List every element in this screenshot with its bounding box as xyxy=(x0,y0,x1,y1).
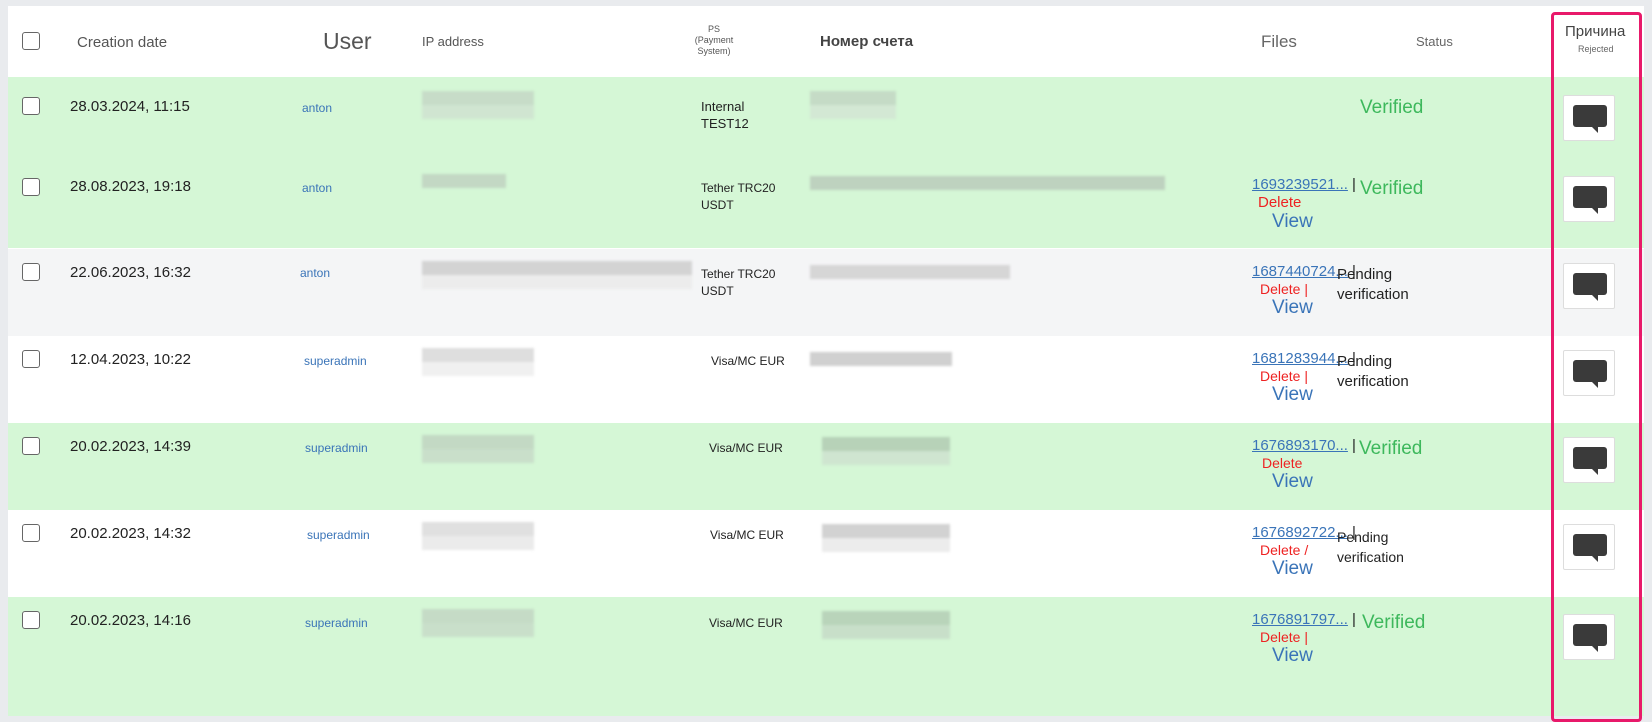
table-row: 20.02.2023, 14:16 superadmin Visa/MC EUR… xyxy=(8,597,1644,716)
user-link[interactable]: anton xyxy=(302,101,332,115)
header-creation-date[interactable]: Creation date xyxy=(77,34,167,51)
creation-date: 20.02.2023, 14:16 xyxy=(70,612,191,629)
ps-line1: Tether TRC20 xyxy=(701,181,776,195)
row-checkbox[interactable] xyxy=(22,437,40,455)
ip-address-redacted xyxy=(422,348,534,376)
header-files[interactable]: Files xyxy=(1261,32,1297,52)
header-account-number[interactable]: Номер счета xyxy=(820,33,913,50)
header-ps-line1: PS xyxy=(707,24,720,34)
account-number-redacted xyxy=(822,611,950,639)
ps-line2: TEST12 xyxy=(701,116,749,131)
file-link[interactable]: 1676892722... xyxy=(1252,524,1348,541)
creation-date: 20.02.2023, 14:39 xyxy=(70,438,191,455)
creation-date: 22.06.2023, 16:32 xyxy=(70,264,191,281)
payment-system: Internal TEST12 xyxy=(701,98,749,132)
status-line2: verification xyxy=(1337,286,1409,303)
user-link[interactable]: superadmin xyxy=(305,616,368,630)
ps-line1: Visa/MC EUR xyxy=(710,528,784,542)
ip-address-redacted xyxy=(422,174,506,188)
table-row: 20.02.2023, 14:39 superadmin Visa/MC EUR… xyxy=(8,423,1644,510)
table-row: 22.06.2023, 16:32 anton Tether TRC20 USDT… xyxy=(8,249,1644,336)
ps-line1: Tether TRC20 xyxy=(701,267,776,281)
header-ps-line3: System) xyxy=(697,46,731,56)
payment-system: Visa/MC EUR xyxy=(709,615,783,632)
row-checkbox[interactable] xyxy=(22,178,40,196)
account-number-redacted xyxy=(822,524,950,552)
creation-date: 28.03.2024, 11:15 xyxy=(70,98,190,115)
separator: | xyxy=(1351,437,1356,454)
ps-line1: Visa/MC EUR xyxy=(709,616,783,630)
ip-address-redacted xyxy=(422,261,692,289)
row-checkbox[interactable] xyxy=(22,611,40,629)
status-verified: Verified xyxy=(1359,438,1423,459)
account-number-redacted xyxy=(810,176,1165,190)
header-ip-address[interactable]: IP address xyxy=(422,34,484,49)
ip-address-redacted xyxy=(422,522,534,550)
status-pending: Pending verification xyxy=(1337,527,1404,567)
table-row: 12.04.2023, 10:22 superadmin Visa/MC EUR… xyxy=(8,336,1644,423)
creation-date: 12.04.2023, 10:22 xyxy=(70,351,191,368)
row-checkbox[interactable] xyxy=(22,350,40,368)
ps-line2: USDT xyxy=(701,284,734,298)
ps-line1: Visa/MC EUR xyxy=(709,441,783,455)
account-number-redacted xyxy=(810,265,1010,279)
ps-line1: Internal xyxy=(701,99,745,114)
header-status[interactable]: Status xyxy=(1416,34,1453,49)
file-link[interactable]: 1676891797... xyxy=(1252,611,1348,628)
user-link[interactable]: anton xyxy=(300,266,330,280)
status-line1: Pending xyxy=(1337,353,1393,370)
separator: | xyxy=(1351,611,1356,628)
row-checkbox[interactable] xyxy=(22,524,40,542)
status-verified: Verified xyxy=(1360,97,1424,118)
header-user[interactable]: User xyxy=(323,28,372,55)
reason-column-highlight xyxy=(1551,12,1642,722)
row-checkbox[interactable] xyxy=(22,263,40,281)
account-number-redacted xyxy=(810,352,952,366)
view-link[interactable]: View xyxy=(1272,211,1392,233)
payment-system: Visa/MC EUR xyxy=(710,527,784,544)
file-link[interactable]: 1681283944... xyxy=(1252,350,1348,367)
payment-system: Visa/MC EUR xyxy=(709,440,783,457)
verification-table: Creation date User IP address PS (Paymen… xyxy=(8,6,1644,716)
file-link[interactable]: 1693239521... xyxy=(1252,176,1348,193)
file-link[interactable]: 1687440724... xyxy=(1252,263,1348,280)
table-row: 28.08.2023, 19:18 anton Tether TRC20 USDT… xyxy=(8,164,1644,248)
header-payment-system[interactable]: PS (Payment System) xyxy=(694,24,734,57)
creation-date: 28.08.2023, 19:18 xyxy=(70,178,191,195)
payment-system: Visa/MC EUR xyxy=(711,353,785,370)
ps-line1: Visa/MC EUR xyxy=(711,354,785,368)
ip-address-redacted xyxy=(422,435,534,463)
status-pending: Pending verification xyxy=(1337,265,1409,305)
status-pending: Pending verification xyxy=(1337,352,1409,392)
account-number-redacted xyxy=(810,91,896,119)
table-header: Creation date User IP address PS (Paymen… xyxy=(8,6,1644,79)
account-number-redacted xyxy=(822,437,950,465)
status-line2: verification xyxy=(1337,373,1409,390)
user-link[interactable]: anton xyxy=(302,181,332,195)
user-link[interactable]: superadmin xyxy=(305,441,368,455)
status-verified: Verified xyxy=(1362,612,1426,633)
ip-address-redacted xyxy=(422,609,534,637)
select-all-checkbox[interactable] xyxy=(22,32,40,50)
status-line1: Pending xyxy=(1337,266,1393,283)
table-row: 28.03.2024, 11:15 anton Internal TEST12 V… xyxy=(8,77,1644,168)
creation-date: 20.02.2023, 14:32 xyxy=(70,525,191,542)
status-line2: verification xyxy=(1337,549,1404,565)
ip-address-redacted xyxy=(422,91,534,119)
row-checkbox[interactable] xyxy=(22,97,40,115)
view-link[interactable]: View xyxy=(1272,645,1392,667)
payment-system: Tether TRC20 USDT xyxy=(701,266,775,300)
header-ps-line2: (Payment xyxy=(694,35,734,45)
table-row: 20.02.2023, 14:32 superadmin Visa/MC EUR… xyxy=(8,510,1644,597)
file-link[interactable]: 1676893170... xyxy=(1252,437,1348,454)
status-verified: Verified xyxy=(1360,178,1424,199)
payment-system: Tether TRC20 USDT xyxy=(701,180,775,214)
status-line1: Pending xyxy=(1337,529,1389,545)
separator: | xyxy=(1351,176,1356,193)
user-link[interactable]: superadmin xyxy=(304,354,367,368)
ps-line2: USDT xyxy=(701,198,734,212)
view-link[interactable]: View xyxy=(1272,471,1392,493)
user-link[interactable]: superadmin xyxy=(307,528,370,542)
